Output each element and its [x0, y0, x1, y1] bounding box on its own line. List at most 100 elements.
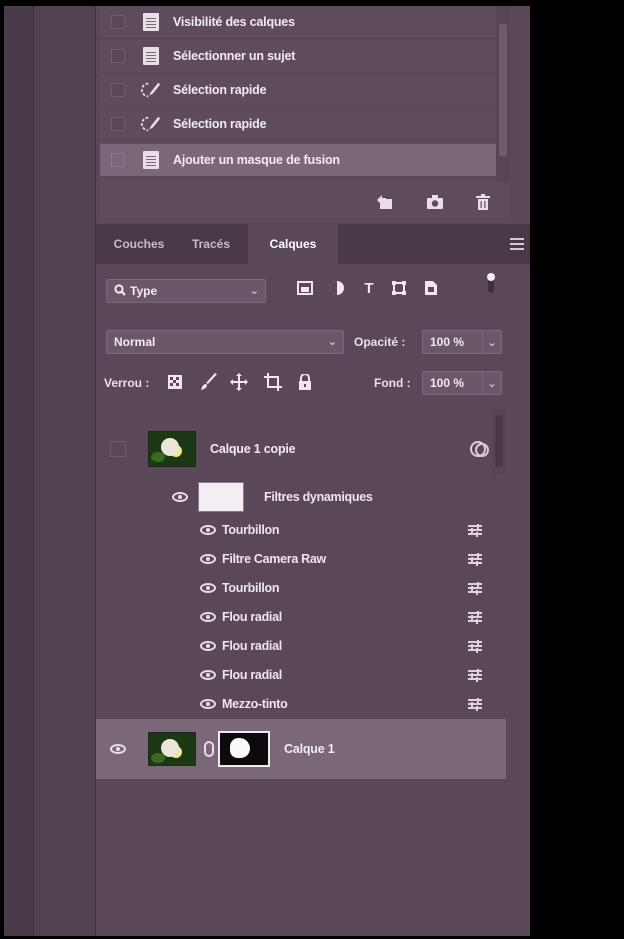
- filter-name: Tourbillon: [222, 580, 280, 595]
- layers-scrollbar-thumb[interactable]: [495, 415, 503, 467]
- history-item-label: Sélection rapide: [173, 83, 267, 97]
- fill-dropdown-button[interactable]: ⌄: [482, 371, 502, 395]
- left-panel-strip: [34, 6, 96, 936]
- layer-row-calque-1[interactable]: Calque 1: [96, 719, 506, 779]
- filter-blending-options-icon[interactable]: [468, 582, 482, 595]
- eye-icon[interactable]: [200, 553, 216, 564]
- filter-row[interactable]: Filtre Camera Raw: [96, 544, 506, 573]
- trash-icon[interactable]: [474, 194, 492, 210]
- smart-object-filter-icon[interactable]: [422, 279, 440, 297]
- eye-icon[interactable]: [200, 524, 216, 535]
- filter-name: Flou radial: [222, 638, 282, 653]
- filter-row[interactable]: Flou radial: [96, 631, 506, 660]
- chevron-down-icon: ⌄: [249, 285, 259, 297]
- eye-icon[interactable]: [172, 492, 188, 502]
- quick-selection-brush-icon: [141, 80, 161, 100]
- history-item-label: Visibilité des calques: [173, 15, 295, 29]
- blend-mode-select[interactable]: Normal ⌄: [106, 330, 344, 354]
- eye-icon[interactable]: [200, 640, 216, 651]
- layer-row-calque-1-copie[interactable]: Calque 1 copie ⌃: [96, 419, 506, 479]
- image-filter-icon[interactable]: [296, 279, 314, 297]
- chevron-down-icon: ⌄: [487, 377, 497, 390]
- opacity-dropdown-button[interactable]: ⌄: [482, 330, 502, 354]
- filter-blending-options-icon[interactable]: [468, 524, 482, 537]
- filter-row[interactable]: Tourbillon: [96, 515, 506, 544]
- lock-image-pixels-icon[interactable]: [200, 373, 218, 391]
- history-panel: Visibilité des calques Sélectionner un s…: [100, 6, 510, 182]
- filter-kind-value: Type: [130, 284, 158, 298]
- filter-name: Filtre Camera Raw: [222, 551, 326, 566]
- type-filter-icon[interactable]: T: [360, 279, 378, 297]
- smart-object-icon[interactable]: [470, 441, 489, 457]
- filter-name: Flou radial: [222, 667, 282, 682]
- history-item[interactable]: Visibilité des calques: [100, 6, 510, 39]
- eye-icon[interactable]: [200, 669, 216, 680]
- lock-all-icon[interactable]: [296, 373, 314, 391]
- quick-selection-brush-icon: [141, 114, 161, 134]
- search-icon: [114, 283, 126, 299]
- history-item[interactable]: Sélectionner un sujet: [100, 40, 510, 73]
- chevron-down-icon: ⌄: [327, 336, 337, 348]
- filter-row[interactable]: Flou radial: [96, 660, 506, 689]
- tab-calques[interactable]: Calques: [248, 224, 338, 264]
- history-brush-source-box[interactable]: [111, 49, 125, 63]
- filter-blending-options-icon[interactable]: [468, 611, 482, 624]
- filter-row[interactable]: Tourbillon: [96, 573, 506, 602]
- adjustment-filter-icon[interactable]: [328, 279, 346, 297]
- camera-snapshot-icon[interactable]: [426, 194, 444, 210]
- layer-filter-row: Type ⌄ T: [96, 273, 530, 308]
- screen-frame: Visibilité des calques Sélectionner un s…: [0, 0, 624, 939]
- left-toolbar-strip: [4, 6, 34, 936]
- history-brush-source-box[interactable]: [111, 15, 125, 29]
- filter-blending-options-icon[interactable]: [468, 640, 482, 653]
- layer-thumbnail: [148, 732, 196, 766]
- smart-filters-row[interactable]: Filtres dynamiques: [96, 479, 506, 515]
- history-footer: [100, 182, 510, 222]
- lock-label: Verrou :: [104, 376, 150, 390]
- filter-blending-options-icon[interactable]: [468, 669, 482, 682]
- history-item-label: Ajouter un masque de fusion: [173, 153, 340, 167]
- history-scrollbar[interactable]: [496, 6, 510, 182]
- history-item-selected[interactable]: Ajouter un masque de fusion: [100, 144, 510, 177]
- history-brush-source-box[interactable]: [111, 83, 125, 97]
- history-item[interactable]: Sélection rapide: [100, 74, 510, 107]
- mask-link-icon[interactable]: [204, 741, 214, 757]
- fill-value: 100 %: [430, 376, 465, 390]
- history-item[interactable]: Sélection rapide: [100, 108, 510, 141]
- layers-scrollbar[interactable]: [492, 409, 506, 475]
- layer-mask-thumbnail[interactable]: [218, 731, 270, 767]
- panel-menu-icon[interactable]: [510, 238, 524, 250]
- opacity-value: 100 %: [430, 335, 465, 349]
- tab-traces[interactable]: Tracés: [178, 224, 244, 264]
- history-brush-source-box[interactable]: [111, 117, 125, 131]
- new-document-from-state-icon[interactable]: [376, 194, 394, 210]
- filter-blending-options-icon[interactable]: [468, 553, 482, 566]
- filter-name: Flou radial: [222, 609, 282, 624]
- filter-toggle-icon[interactable]: [482, 273, 500, 293]
- eye-icon[interactable]: [200, 698, 216, 709]
- filter-blending-options-icon[interactable]: [468, 698, 482, 711]
- layers-tab-bar: Couches Tracés Calques: [96, 224, 530, 264]
- filter-name: Mezzo-tinto: [222, 696, 288, 711]
- eye-icon[interactable]: [110, 744, 126, 754]
- tab-couches[interactable]: Couches: [102, 224, 176, 264]
- lock-artboard-icon[interactable]: [264, 373, 282, 391]
- lock-position-icon[interactable]: [230, 373, 248, 391]
- filter-name: Tourbillon: [222, 522, 280, 537]
- history-brush-source-box[interactable]: [111, 153, 125, 167]
- visibility-toggle-off[interactable]: [110, 441, 126, 457]
- document-icon: [141, 12, 161, 32]
- layers-list: Calque 1 copie ⌃ Filtres dynamiques Tour…: [96, 409, 514, 936]
- filter-row[interactable]: Mezzo-tinto: [96, 689, 506, 718]
- filter-row[interactable]: Flou radial: [96, 602, 506, 631]
- right-panel-dock: Visibilité des calques Sélectionner un s…: [96, 6, 530, 936]
- lock-transparent-pixels-icon[interactable]: [166, 373, 184, 391]
- photoshop-workspace: Visibilité des calques Sélectionner un s…: [4, 6, 530, 936]
- shape-filter-icon[interactable]: [390, 279, 408, 297]
- history-scrollbar-thumb[interactable]: [499, 24, 507, 156]
- layer-name: Calque 1 copie: [210, 442, 296, 456]
- eye-icon[interactable]: [200, 611, 216, 622]
- eye-icon[interactable]: [200, 582, 216, 593]
- document-icon: [141, 150, 161, 170]
- filter-kind-select[interactable]: Type ⌄: [106, 279, 266, 303]
